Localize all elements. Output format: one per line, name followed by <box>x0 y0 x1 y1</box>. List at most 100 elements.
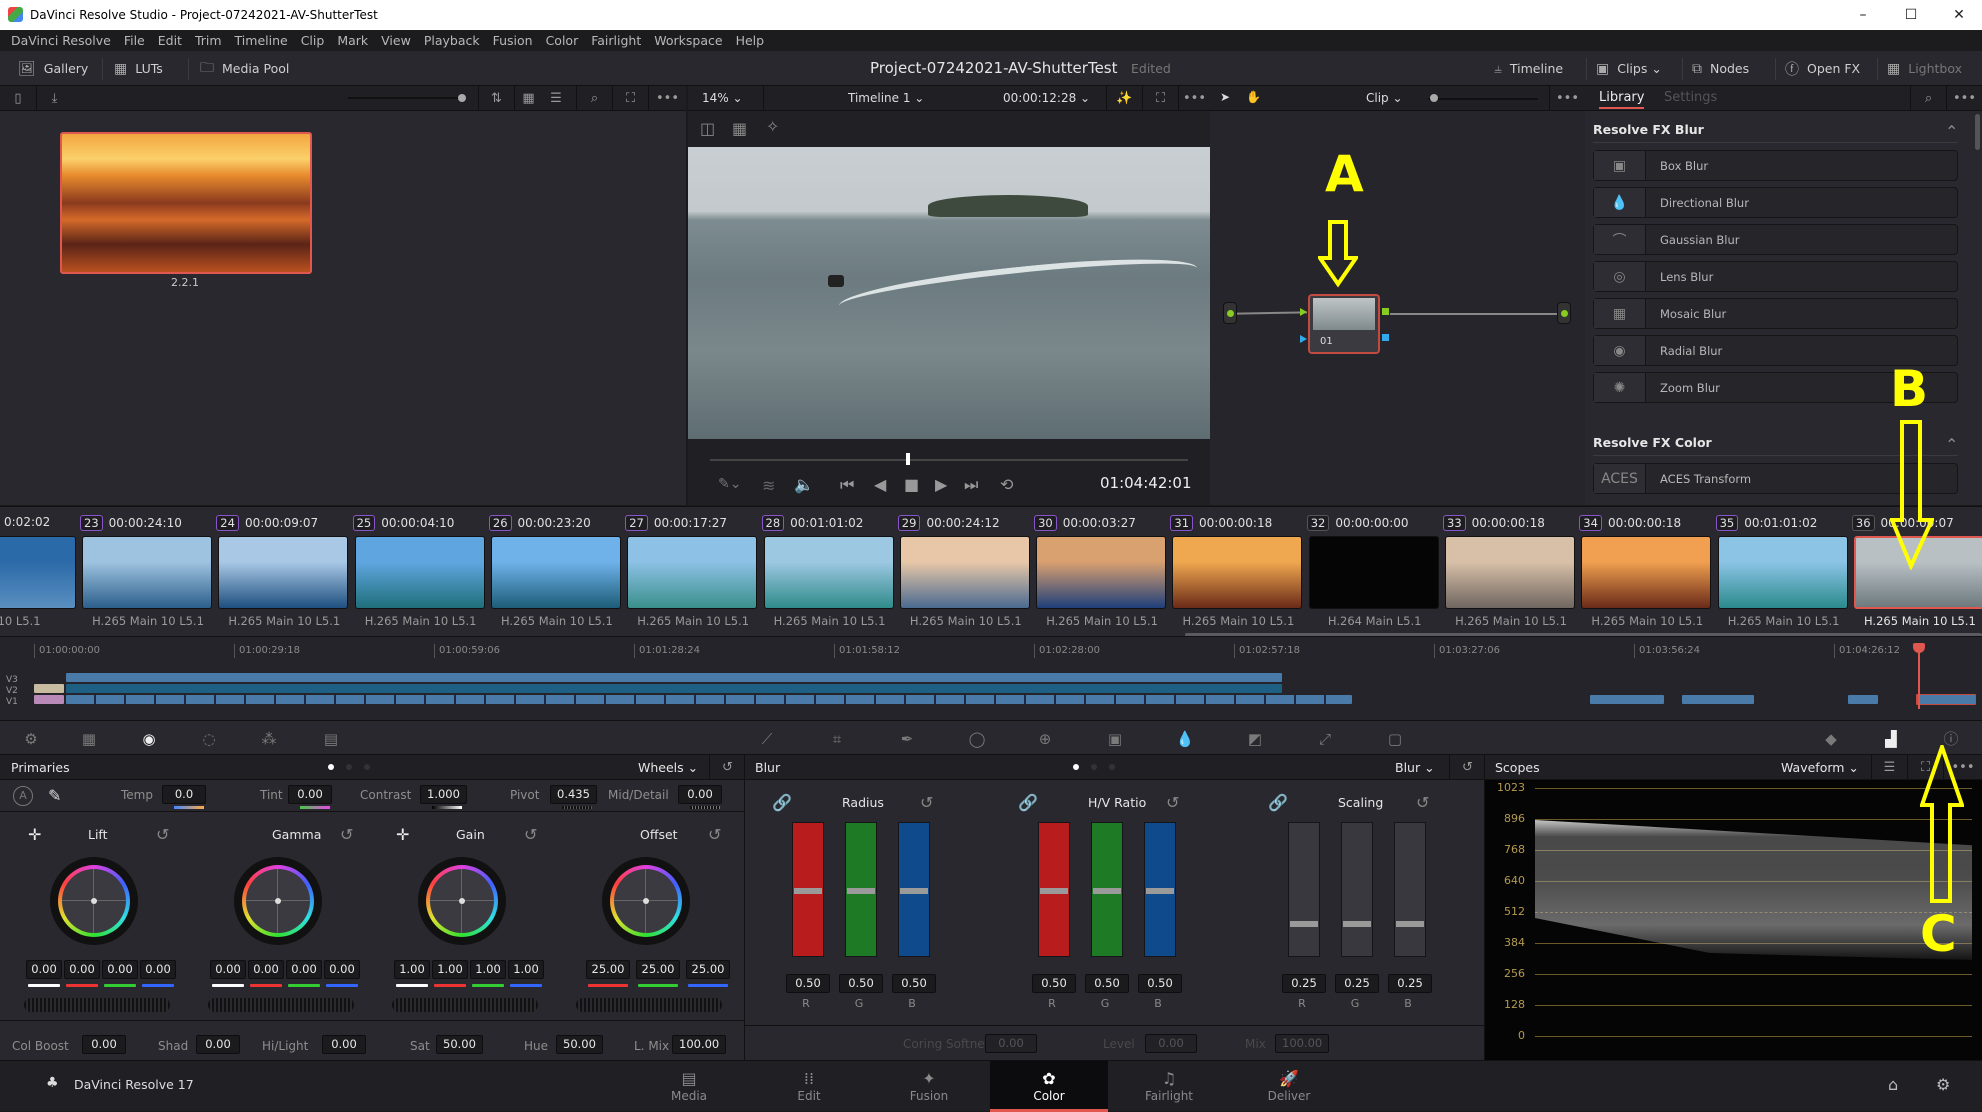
play-icon[interactable]: ▶ <box>935 475 947 494</box>
search-icon[interactable]: ⌕ <box>1910 86 1946 111</box>
wheel-value-field[interactable]: 1.00 <box>394 960 430 979</box>
clip-thumbnail[interactable]: 3100:00:00:18V1H.265 Main 10 L5.1 <box>1170 507 1328 635</box>
jump-start-icon[interactable]: ⏮ <box>840 475 854 495</box>
node-zoom-handle[interactable] <box>1430 94 1438 102</box>
thumbnail-size-slider[interactable] <box>348 97 464 99</box>
fx-item[interactable]: ◎ Lens Blur <box>1593 261 1958 292</box>
page-tab-fairlight[interactable]: ♫ Fairlight <box>1110 1061 1228 1112</box>
wheel-value-field[interactable]: 0.00 <box>102 960 138 979</box>
magic-wand-icon[interactable]: ✧ <box>766 117 779 136</box>
menu-item-davinci-resolve[interactable]: DaVinci Resolve <box>11 30 111 51</box>
curves-icon[interactable]: ⟋ <box>756 728 778 750</box>
clip-thumbnail[interactable]: 2800:01:01:02V1H.265 Main 10 L5.1 <box>761 507 920 635</box>
video-preview[interactable] <box>688 147 1210 439</box>
gallery-still[interactable] <box>60 132 312 274</box>
menu-item-clip[interactable]: Clip <box>301 30 325 51</box>
timeline-duration-dropdown[interactable]: 00:00:12:28 ⌄ <box>1003 91 1090 105</box>
v1-clip[interactable] <box>1590 695 1664 704</box>
fullscreen-icon[interactable]: ⛶ <box>612 86 648 111</box>
wheel-value-field[interactable]: 1.00 <box>432 960 468 979</box>
page-dot[interactable] <box>1109 764 1115 770</box>
wheel-center-handle[interactable] <box>91 898 97 904</box>
fx-item[interactable]: ▣ Box Blur <box>1593 150 1958 181</box>
clip-thumbnail[interactable]: 2400:00:09:07V1H.265 Main 10 L5.1 <box>216 507 374 635</box>
clip-thumbnail[interactable]: 2700:00:17:27V1H.265 Main 10 L5.1 <box>625 507 783 635</box>
scrubber-track[interactable] <box>710 459 1188 461</box>
eyedropper-icon[interactable]: ✎⌄ <box>718 476 741 492</box>
blur-value-field[interactable]: 0.25 <box>1335 974 1379 993</box>
slider-knob[interactable] <box>794 888 822 894</box>
thumbnail-size-handle[interactable] <box>458 94 466 102</box>
fx-item[interactable]: ▦ Mosaic Blur <box>1593 298 1958 329</box>
v1-clip[interactable] <box>1848 695 1878 704</box>
clip-thumbnail[interactable]: 3000:00:03:27V1H.265 Main 10 L5.1 <box>1034 507 1192 635</box>
window-icon[interactable]: ◯ <box>966 728 988 750</box>
clip-thumbnail[interactable]: 2300:00:24:10V1H.265 Main 10 L5.1 <box>80 507 238 635</box>
jump-end-icon[interactable]: ⏭ <box>964 475 978 495</box>
grid-view-icon[interactable]: ▦ <box>514 86 542 111</box>
link-icon[interactable]: 🔗 <box>1018 793 1038 812</box>
slider-knob[interactable] <box>1093 888 1121 894</box>
page-tab-edit[interactable]: ⁞⁞ Edit <box>750 1061 868 1112</box>
link-icon[interactable]: 🔗 <box>772 793 792 812</box>
wheel-value-field[interactable]: 1.00 <box>508 960 544 979</box>
param-colboost-field[interactable]: 0.00 <box>82 1035 126 1054</box>
grid-icon[interactable]: ▦ <box>732 119 747 138</box>
group-reset-icon[interactable]: ↺ <box>1416 793 1429 812</box>
slider-knob[interactable] <box>1146 888 1174 894</box>
eyedropper-icon[interactable]: ✎ <box>48 786 61 805</box>
clip-thumbnail[interactable]: 2600:00:23:20V1H.265 Main 10 L5.1 <box>488 507 647 635</box>
param-hilight-field[interactable]: 0.00 <box>322 1035 366 1054</box>
blur-scaling-slider-r[interactable] <box>1288 822 1320 957</box>
rgb-mixer-icon[interactable]: ⁂ <box>258 728 280 750</box>
group-reset-icon[interactable]: ↺ <box>1166 793 1179 812</box>
scope-type-dropdown[interactable]: Waveform ⌄ <box>1781 760 1859 775</box>
more-options-icon[interactable]: ••• <box>1549 86 1585 111</box>
close-button[interactable]: ✕ <box>1936 4 1982 26</box>
more-options-icon[interactable]: ••• <box>1178 86 1210 111</box>
v1-clips[interactable] <box>66 695 1352 704</box>
v3-clip[interactable] <box>66 673 1282 682</box>
clip-thumbnail[interactable]: 3500:01:01:02V1H.265 Main 10 L5.1 <box>1715 507 1874 635</box>
param-hue-field[interactable]: 50.00 <box>556 1035 603 1054</box>
param-contrast-field[interactable]: 1.000 <box>420 785 467 804</box>
wheel-value-field[interactable]: 25.00 <box>636 960 680 979</box>
wheel-center-handle[interactable] <box>459 898 465 904</box>
reset-all-icon[interactable]: ↺ <box>1449 755 1485 780</box>
clips-toggle-button[interactable]: ▣ Clips ⌄ <box>1596 51 1662 86</box>
stop-icon[interactable]: ■ <box>904 475 919 494</box>
fullscreen-icon[interactable]: ⛶ <box>1142 86 1178 111</box>
rgb-input-icon[interactable] <box>1300 308 1307 316</box>
blur-value-field[interactable]: 0.25 <box>1388 974 1432 993</box>
open-fx-toggle-button[interactable]: ⓕ Open FX <box>1785 51 1860 86</box>
color-wheel-gamma[interactable] <box>234 857 322 945</box>
v1-clip-selected[interactable] <box>1916 694 1976 705</box>
luts-button[interactable]: ▦ LUTs <box>114 51 163 86</box>
menu-item-file[interactable]: File <box>124 30 145 51</box>
wheel-reset-icon[interactable]: ↺ <box>524 825 537 844</box>
v1-clip[interactable] <box>34 695 64 704</box>
wheel-center-handle[interactable] <box>643 898 649 904</box>
blur-scaling-slider-b[interactable] <box>1394 822 1426 957</box>
pointer-tool-icon[interactable]: ➤ <box>1220 90 1230 104</box>
blur-radius-slider-g[interactable] <box>845 822 877 957</box>
color-fx-icon[interactable]: ✨ <box>1106 86 1142 111</box>
blur-value-field[interactable]: 0.50 <box>839 974 883 993</box>
slider-knob[interactable] <box>1396 920 1424 927</box>
magic-mask-icon[interactable]: ▣ <box>1104 728 1126 750</box>
playhead-handle[interactable] <box>1912 643 1925 653</box>
wheel-value-field[interactable]: 0.00 <box>64 960 100 979</box>
param-pivot-field[interactable]: 0.435 <box>550 785 597 804</box>
hdr-icon[interactable]: ◌ <box>198 728 220 750</box>
sort-icon[interactable]: ⇅ <box>478 86 514 111</box>
page-dot[interactable] <box>364 764 370 770</box>
home-icon[interactable]: ⌂ <box>1888 1075 1898 1094</box>
menu-item-edit[interactable]: Edit <box>158 30 182 51</box>
param-tint-field[interactable]: 0.00 <box>288 785 332 804</box>
blur-value-field[interactable]: 0.50 <box>892 974 936 993</box>
scope-settings-icon[interactable]: ☰ <box>1871 755 1907 780</box>
wheel-reset-icon[interactable]: ↺ <box>708 825 721 844</box>
sizing-icon[interactable]: ⤢ <box>1314 728 1336 750</box>
node-zoom-slider[interactable] <box>1428 98 1538 100</box>
menu-item-trim[interactable]: Trim <box>195 30 222 51</box>
